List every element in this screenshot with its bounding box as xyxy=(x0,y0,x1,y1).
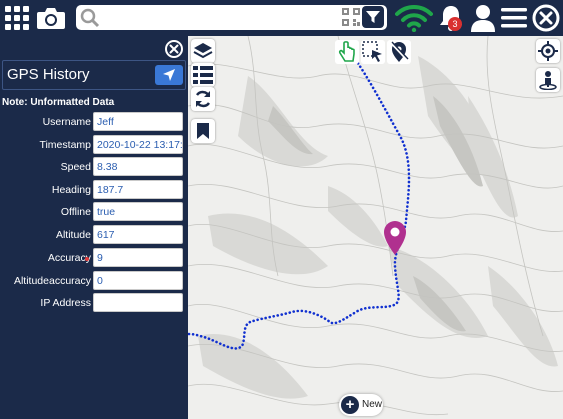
selection-cursor-icon xyxy=(362,41,382,62)
field-row-accuracy: Accuracy 9 xyxy=(0,248,188,268)
field-row-heading: Heading 187.7 xyxy=(0,180,188,200)
hamburger-menu-icon[interactable] xyxy=(500,0,528,36)
bookmark-button[interactable] xyxy=(191,119,215,143)
street-view-button[interactable] xyxy=(536,68,560,92)
hide-pins-button[interactable] xyxy=(387,40,411,64)
gps-history-panel: GPS History Note: Unformatted Data Usern… xyxy=(0,36,188,419)
refresh-icon xyxy=(195,90,211,108)
close-circle-icon xyxy=(165,40,183,58)
notification-badge: 3 xyxy=(448,17,462,31)
top-bar: 3 xyxy=(0,0,563,36)
navigation-arrow-icon xyxy=(163,69,175,81)
field-row-timestamp: Timestamp 2020-10-22 13:17:12 xyxy=(0,135,188,155)
timestamp-field[interactable]: 2020-10-22 13:17:12 xyxy=(93,135,183,154)
bookmark-icon xyxy=(197,123,209,139)
panel-title: GPS History xyxy=(7,66,90,83)
panel-header: GPS History xyxy=(2,60,186,90)
speed-field[interactable]: 8.38 xyxy=(93,157,183,176)
locate-me-button[interactable] xyxy=(536,39,560,63)
username-field[interactable]: Jeff xyxy=(93,112,183,131)
field-label: Speed xyxy=(60,161,91,173)
field-label: Altitudeaccuracy xyxy=(13,275,91,287)
new-button[interactable]: + New xyxy=(339,394,383,416)
person-pin-icon xyxy=(539,71,557,90)
layers-icon xyxy=(193,43,213,59)
field-label: Offline xyxy=(60,206,91,218)
close-circle-icon[interactable] xyxy=(530,0,561,36)
layers-button[interactable] xyxy=(191,39,215,63)
field-row-username: Username Jeff xyxy=(0,112,188,132)
terrain-map xyxy=(188,36,563,419)
table-list-icon xyxy=(193,66,213,84)
field-label: Altitude xyxy=(55,229,91,241)
camera-icon[interactable] xyxy=(35,0,67,36)
required-indicator xyxy=(85,257,89,261)
navigate-button[interactable] xyxy=(155,65,183,85)
apps-grid-icon[interactable] xyxy=(2,0,32,36)
new-button-label: New xyxy=(362,399,383,410)
refresh-button[interactable] xyxy=(191,87,215,111)
field-row-altitudeaccuracy: Altitudeaccuracy 0 xyxy=(0,271,188,291)
filter-icon xyxy=(366,11,380,23)
field-row-speed: Speed 8.38 xyxy=(0,157,188,177)
unformatted-data-note: Note: Unformatted Data xyxy=(2,97,115,108)
field-row-offline: Offline true xyxy=(0,202,188,222)
select-tool-button[interactable] xyxy=(361,40,385,64)
altitude-field[interactable]: 617 xyxy=(93,225,183,244)
wifi-icon[interactable] xyxy=(393,0,435,36)
map-pin-off-icon xyxy=(390,41,409,62)
altitudeaccuracy-field[interactable]: 0 xyxy=(93,271,183,290)
plus-icon: + xyxy=(341,396,359,414)
field-row-ip-address: IP Address xyxy=(0,293,188,313)
offline-field[interactable]: true xyxy=(93,202,183,221)
field-label: Username xyxy=(42,116,91,128)
field-label: IP Address xyxy=(40,297,91,309)
filter-button[interactable] xyxy=(362,6,384,28)
field-row-altitude: Altitude 617 xyxy=(0,225,188,245)
search-bar xyxy=(76,5,387,30)
search-icon[interactable] xyxy=(80,8,100,33)
map-view[interactable]: + New xyxy=(188,36,563,419)
qr-code-icon[interactable] xyxy=(342,8,360,31)
field-label: Heading xyxy=(51,184,91,196)
crosshair-icon xyxy=(538,41,558,61)
pan-tool-button[interactable] xyxy=(335,40,359,64)
search-input[interactable] xyxy=(104,8,338,28)
field-label: Timestamp xyxy=(39,139,91,151)
ip-address-field[interactable] xyxy=(93,293,183,312)
list-view-button[interactable] xyxy=(191,63,215,87)
heading-field[interactable]: 187.7 xyxy=(93,180,183,199)
accuracy-field[interactable]: 9 xyxy=(93,248,183,267)
hand-pointer-icon xyxy=(338,41,355,62)
user-icon[interactable] xyxy=(468,0,498,36)
